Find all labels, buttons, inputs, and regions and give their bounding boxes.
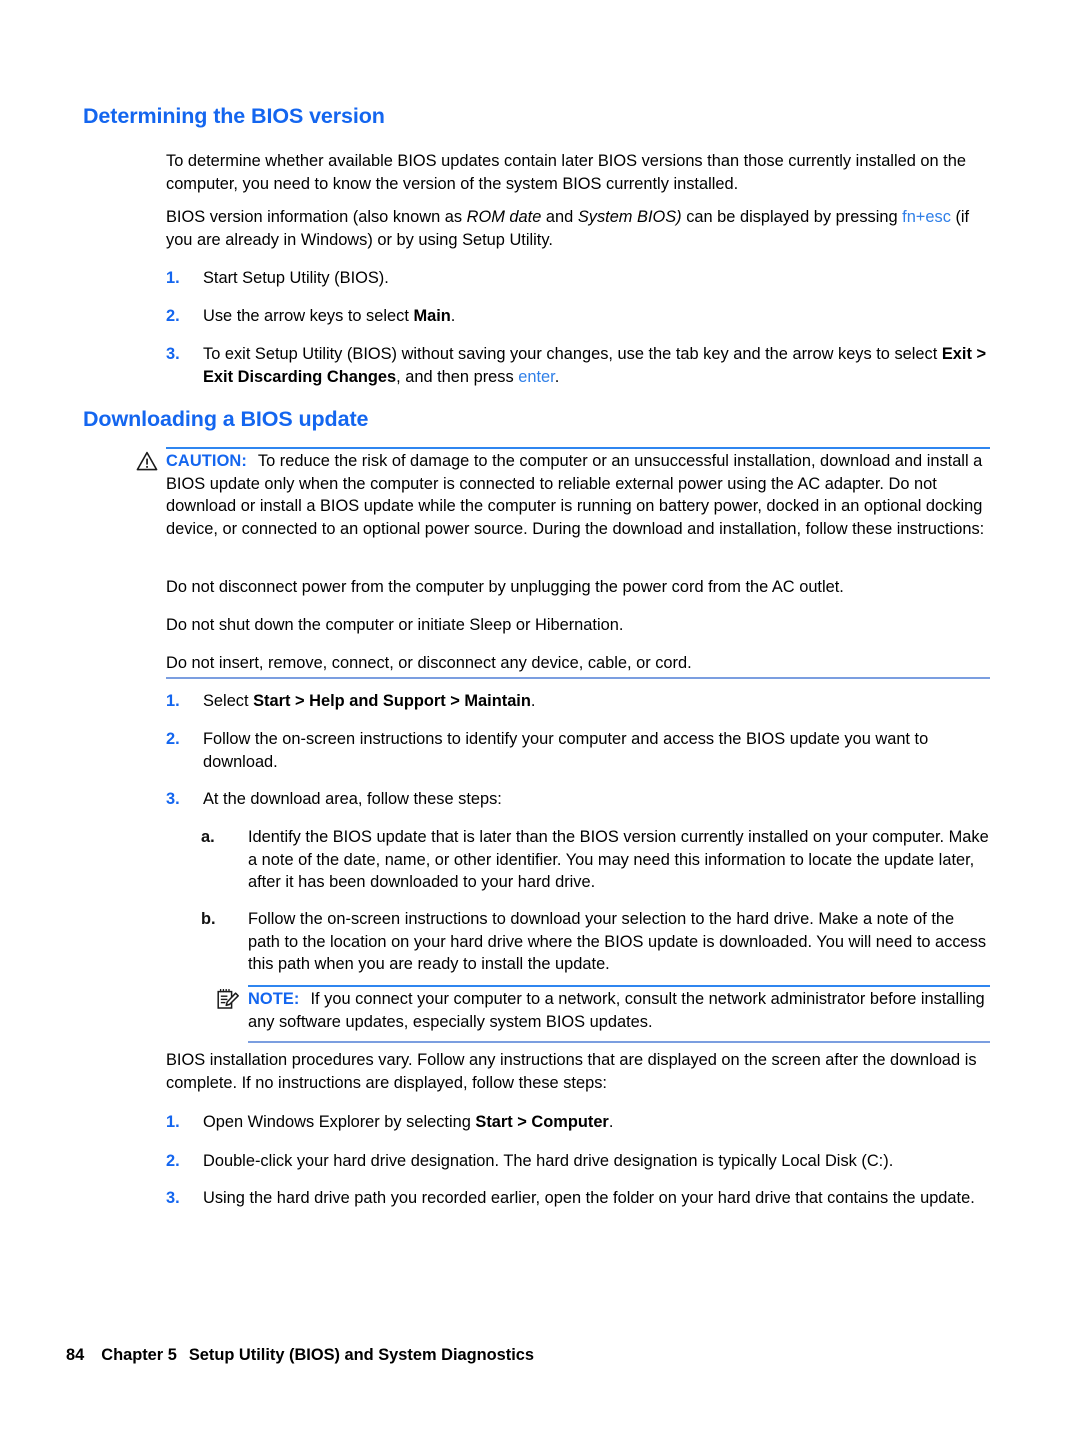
note-text-block: NOTE: If you connect your computer to a n…	[248, 988, 990, 1033]
list-item-text: Identify the BIOS update that is later t…	[248, 828, 989, 892]
list-item-s1-2: 2. Use the arrow keys to select Main.	[166, 305, 990, 328]
list-item-text: Start Setup Utility (BIOS).	[203, 269, 389, 287]
text-run-italic-system-bios: System BIOS)	[577, 208, 682, 226]
list-item-s2-3b: b. Follow the on-screen instructions to …	[201, 908, 990, 976]
text-run: can be displayed by pressing	[681, 208, 903, 226]
list-marker: 2.	[166, 1152, 180, 1170]
note-body: If you connect your computer to a networ…	[248, 990, 985, 1031]
list-marker: 3.	[166, 345, 180, 363]
paragraph-bios-installation-procedures: BIOS installation procedures vary. Follo…	[166, 1051, 977, 1092]
list-marker: 3.	[166, 1189, 180, 1207]
note-rule-bottom	[248, 1041, 990, 1043]
footer-chapter-title: Setup Utility (BIOS) and System Diagnost…	[188, 1346, 535, 1364]
list-marker: b.	[201, 910, 216, 928]
text-run-bold-start-path: Start > Help and Support > Maintain	[253, 692, 531, 710]
note-label: NOTE:	[248, 990, 300, 1008]
caution-bullet-1: Do not disconnect power from the compute…	[166, 578, 844, 596]
list-item-text: Follow the on-screen instructions to dow…	[248, 910, 987, 974]
notepad-pencil-icon	[216, 988, 240, 1018]
list-item-s2-1: 1. Select Start > Help and Support > Mai…	[166, 690, 990, 713]
text-run: Select	[203, 692, 254, 710]
caution-bullet-3: Do not insert, remove, connect, or disco…	[166, 654, 692, 672]
text-run-bold-start-computer: Start > Computer	[475, 1113, 609, 1131]
caution-label: CAUTION:	[166, 452, 247, 470]
list-item-s1-1: 1. Start Setup Utility (BIOS).	[166, 267, 990, 290]
page-footer: 84 Chapter 5 Setup Utility (BIOS) and Syst…	[66, 1346, 534, 1365]
list-marker: 1.	[166, 269, 180, 287]
text-run: BIOS version information (also known as	[166, 208, 467, 226]
text-run: .	[554, 367, 560, 386]
footer-page-number: 84	[66, 1346, 85, 1364]
caution-rule-top	[166, 447, 990, 449]
document-page: Determining the BIOS version To determin…	[0, 0, 1080, 1437]
note-rule-top	[248, 985, 990, 987]
list-item-text: Select Start > Help and Support > Mainta…	[203, 690, 990, 713]
list-marker: 3.	[166, 790, 180, 808]
text-run-italic-rom-date: ROM date	[466, 208, 542, 226]
link-enter[interactable]: enter	[518, 368, 554, 386]
text-run: , and then press	[396, 367, 519, 386]
text-run: Use the arrow keys to select	[203, 307, 414, 325]
list-item-text: Follow the on-screen instructions to ide…	[203, 730, 929, 771]
section-heading-downloading-bios-update: Downloading a BIOS update	[83, 407, 369, 431]
text-run: .	[450, 307, 456, 325]
list-item-s3-2: 2. Double-click your hard drive designat…	[166, 1150, 990, 1173]
list-marker: 2.	[166, 307, 180, 325]
list-item-text: At the download area, follow these steps…	[203, 790, 502, 808]
text-run: To exit Setup Utility (BIOS) without sav…	[203, 345, 942, 363]
caution-rule-bottom	[166, 677, 990, 679]
caution-body: To reduce the risk of damage to the comp…	[166, 452, 985, 538]
caution-bullet-2: Do not shut down the computer or initiat…	[166, 616, 624, 634]
footer-chapter: Chapter 5	[101, 1346, 177, 1364]
list-item-s2-2: 2. Follow the on-screen instructions to …	[166, 728, 990, 773]
text-run: .	[530, 692, 536, 710]
list-item-s3-1: 1. Open Windows Explorer by selecting St…	[166, 1111, 990, 1134]
list-marker: 2.	[166, 730, 180, 748]
list-item-text: Use the arrow keys to select Main.	[203, 305, 990, 328]
section-heading-determining-bios-version: Determining the BIOS version	[83, 104, 385, 128]
text-run: .	[608, 1113, 614, 1131]
text-run: Open Windows Explorer by selecting	[203, 1113, 476, 1131]
list-item-text: Using the hard drive path you recorded e…	[203, 1189, 975, 1207]
list-marker: a.	[201, 828, 215, 846]
list-item-s2-3a: a. Identify the BIOS update that is late…	[201, 826, 990, 894]
list-item-text: Open Windows Explorer by selecting Start…	[203, 1111, 990, 1134]
list-marker: 1.	[166, 1113, 180, 1131]
paragraph-bios-version-info: BIOS version information (also known as …	[166, 206, 990, 251]
list-item-s3-3: 3. Using the hard drive path you recorde…	[166, 1187, 990, 1210]
list-marker: 1.	[166, 692, 180, 710]
warning-triangle-icon	[136, 451, 158, 478]
text-run: and	[541, 208, 578, 226]
link-fn-esc[interactable]: fn+esc	[902, 208, 951, 226]
paragraph-determine-bios: To determine whether available BIOS upda…	[166, 152, 966, 193]
list-item-text: To exit Setup Utility (BIOS) without sav…	[203, 343, 990, 388]
caution-text-block: CAUTION: To reduce the risk of damage to …	[166, 450, 990, 540]
list-item-text: Double-click your hard drive designation…	[203, 1152, 894, 1170]
text-run-bold-main: Main	[413, 307, 451, 325]
list-item-s1-3: 3. To exit Setup Utility (BIOS) without …	[166, 343, 990, 388]
list-item-s2-3: 3. At the download area, follow these st…	[166, 788, 990, 811]
